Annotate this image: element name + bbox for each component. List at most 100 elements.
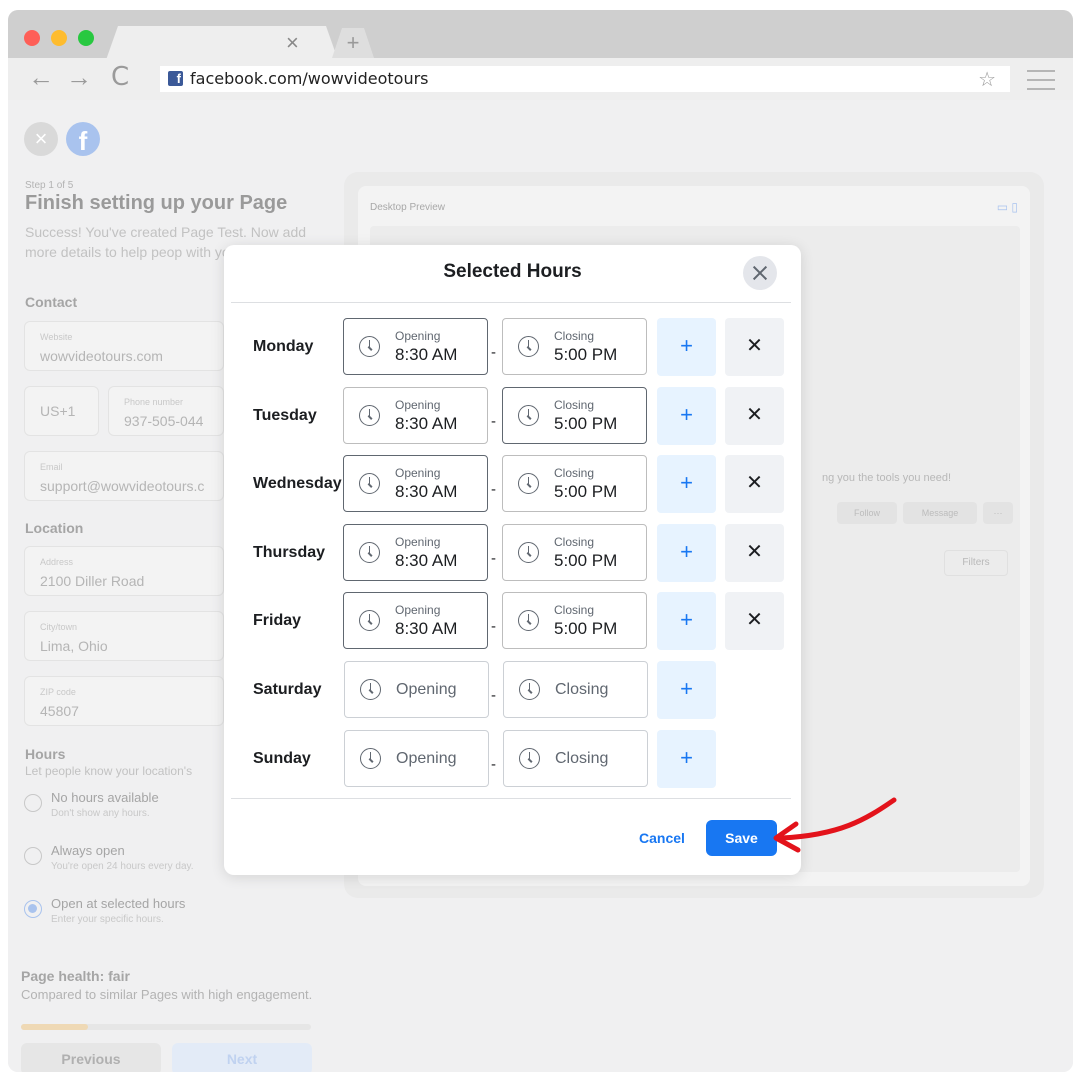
add-hours-button[interactable]: + bbox=[657, 318, 716, 376]
remove-hours-button[interactable]: ✕ bbox=[725, 387, 784, 445]
health-description: Compared to similar Pages with high enga… bbox=[21, 987, 313, 1002]
phone-field[interactable]: Phone number 937-505-044 bbox=[108, 386, 224, 436]
maximize-window-dot[interactable] bbox=[78, 30, 94, 46]
tab-close-icon[interactable]: × bbox=[286, 30, 299, 56]
location-heading: Location bbox=[25, 520, 84, 536]
modal-title: Selected Hours bbox=[443, 261, 582, 282]
new-tab-button[interactable]: + bbox=[332, 28, 374, 58]
opening-time-field[interactable]: Opening 8:30 AM bbox=[343, 455, 488, 512]
modal-footer-divider bbox=[231, 798, 791, 799]
closing-time-field[interactable]: Closing bbox=[503, 730, 648, 787]
device-toggle-icons[interactable]: ▭ ▯ bbox=[997, 200, 1018, 214]
closing-time-field[interactable]: Closing 5:00 PM bbox=[502, 318, 647, 375]
opening-label: Opening bbox=[395, 466, 441, 480]
close-window-dot[interactable] bbox=[24, 30, 40, 46]
closing-time-field[interactable]: Closing 5:00 PM bbox=[502, 455, 647, 512]
opening-time-field[interactable]: Opening 8:30 AM bbox=[343, 318, 488, 375]
closing-label: Closing bbox=[554, 603, 595, 617]
health-progress-bar bbox=[21, 1024, 311, 1030]
hours-description: Let people know your location's bbox=[25, 764, 193, 778]
hours-heading: Hours bbox=[25, 746, 66, 762]
add-hours-button[interactable]: + bbox=[657, 730, 716, 788]
add-hours-button[interactable]: + bbox=[657, 455, 716, 513]
close-setup-icon[interactable]: × bbox=[24, 122, 58, 156]
closing-time-value: 5:00 PM bbox=[554, 619, 618, 638]
time-separator: - bbox=[491, 413, 496, 430]
browser-tab[interactable]: × bbox=[106, 26, 338, 60]
opening-label: Opening bbox=[395, 398, 441, 412]
address-field[interactable]: Address 2100 Diller Road bbox=[24, 546, 224, 596]
health-progress-fill bbox=[21, 1024, 88, 1030]
day-row-sunday: Sunday Opening - Closing + bbox=[224, 730, 801, 788]
city-value: Lima, Ohio bbox=[40, 638, 108, 654]
city-field[interactable]: City/town Lima, Ohio bbox=[24, 611, 224, 661]
opening-time-field[interactable]: Opening 8:30 AM bbox=[343, 592, 488, 649]
opening-time-field[interactable]: Opening 8:30 AM bbox=[343, 387, 488, 444]
closing-time-field[interactable]: Closing 5:00 PM bbox=[502, 524, 647, 581]
website-field[interactable]: Website wowvideotours.com bbox=[24, 321, 224, 371]
radio-subtitle: Enter your specific hours. bbox=[51, 914, 164, 925]
country-code-select[interactable]: US+1 bbox=[24, 386, 99, 436]
cancel-button[interactable]: Cancel bbox=[628, 820, 696, 856]
clock-icon bbox=[359, 542, 380, 563]
day-label: Sunday bbox=[253, 750, 311, 767]
address-bar[interactable]: f facebook.com/wowvideotours ☆ bbox=[160, 66, 1010, 92]
email-field[interactable]: Email support@wowvideotours.c bbox=[24, 451, 224, 501]
opening-label: Opening bbox=[395, 535, 441, 549]
zip-field[interactable]: ZIP code 45807 bbox=[24, 676, 224, 726]
remove-hours-button[interactable]: ✕ bbox=[725, 318, 784, 376]
day-row-friday: Friday Opening 8:30 AM - Closing 5:00 PM… bbox=[224, 592, 801, 650]
back-arrow-icon[interactable]: ← bbox=[28, 62, 54, 93]
browser-menu-icon[interactable] bbox=[1027, 70, 1055, 97]
radio-circle[interactable] bbox=[24, 847, 42, 865]
opening-label: Opening bbox=[395, 603, 441, 617]
closing-placeholder: Closing bbox=[555, 750, 609, 767]
add-hours-button[interactable]: + bbox=[657, 524, 716, 582]
bookmark-star-icon[interactable]: ☆ bbox=[978, 67, 996, 92]
closing-time-value: 5:00 PM bbox=[554, 482, 618, 501]
preview-tools-text: ng you the tools you need! bbox=[822, 472, 952, 484]
time-separator: - bbox=[491, 756, 496, 773]
next-button[interactable]: Next bbox=[172, 1043, 312, 1072]
email-value: support@wowvideotours.c bbox=[40, 478, 205, 494]
day-label: Saturday bbox=[253, 681, 322, 698]
clock-icon bbox=[359, 336, 380, 357]
add-hours-button[interactable]: + bbox=[657, 387, 716, 445]
url-text[interactable]: facebook.com/wowvideotours bbox=[190, 69, 429, 88]
nav-bar: ← → C f facebook.com/wowvideotours ☆ bbox=[8, 58, 1073, 100]
radio-circle[interactable] bbox=[24, 794, 42, 812]
forward-arrow-icon[interactable]: → bbox=[66, 62, 92, 93]
remove-hours-button[interactable]: ✕ bbox=[725, 455, 784, 513]
closing-time-value: 5:00 PM bbox=[554, 345, 618, 364]
closing-time-field[interactable]: Closing 5:00 PM bbox=[502, 387, 647, 444]
closing-time-field[interactable]: Closing 5:00 PM bbox=[502, 592, 647, 649]
radio-circle-selected[interactable] bbox=[24, 900, 42, 918]
opening-placeholder: Opening bbox=[396, 681, 457, 698]
clock-icon bbox=[359, 405, 380, 426]
radio-title: No hours available bbox=[51, 790, 159, 805]
opening-time-field[interactable]: Opening 8:30 AM bbox=[343, 524, 488, 581]
remove-hours-button[interactable]: ✕ bbox=[725, 524, 784, 582]
minimize-window-dot[interactable] bbox=[51, 30, 67, 46]
modal-header-divider bbox=[231, 302, 791, 303]
phone-value: 937-505-044 bbox=[124, 413, 204, 429]
contact-heading: Contact bbox=[25, 294, 78, 310]
radio-title: Open at selected hours bbox=[51, 896, 186, 911]
previous-button[interactable]: Previous bbox=[21, 1043, 161, 1072]
add-hours-button[interactable]: + bbox=[657, 592, 716, 650]
time-separator: - bbox=[491, 618, 496, 635]
website-value: wowvideotours.com bbox=[40, 348, 163, 364]
add-hours-button[interactable]: + bbox=[657, 661, 716, 719]
closing-time-field[interactable]: Closing bbox=[503, 661, 648, 718]
reload-icon[interactable]: C bbox=[111, 62, 129, 92]
day-label: Friday bbox=[253, 612, 302, 629]
country-code-value: US+1 bbox=[40, 403, 76, 419]
clock-icon bbox=[518, 405, 539, 426]
opening-time-field[interactable]: Opening bbox=[344, 661, 489, 718]
closing-placeholder: Closing bbox=[555, 681, 609, 698]
address-label: Address bbox=[40, 557, 74, 567]
modal-close-icon[interactable] bbox=[743, 256, 777, 290]
opening-time-value: 8:30 AM bbox=[395, 414, 458, 433]
remove-hours-button[interactable]: ✕ bbox=[725, 592, 784, 650]
opening-time-field[interactable]: Opening bbox=[344, 730, 489, 787]
